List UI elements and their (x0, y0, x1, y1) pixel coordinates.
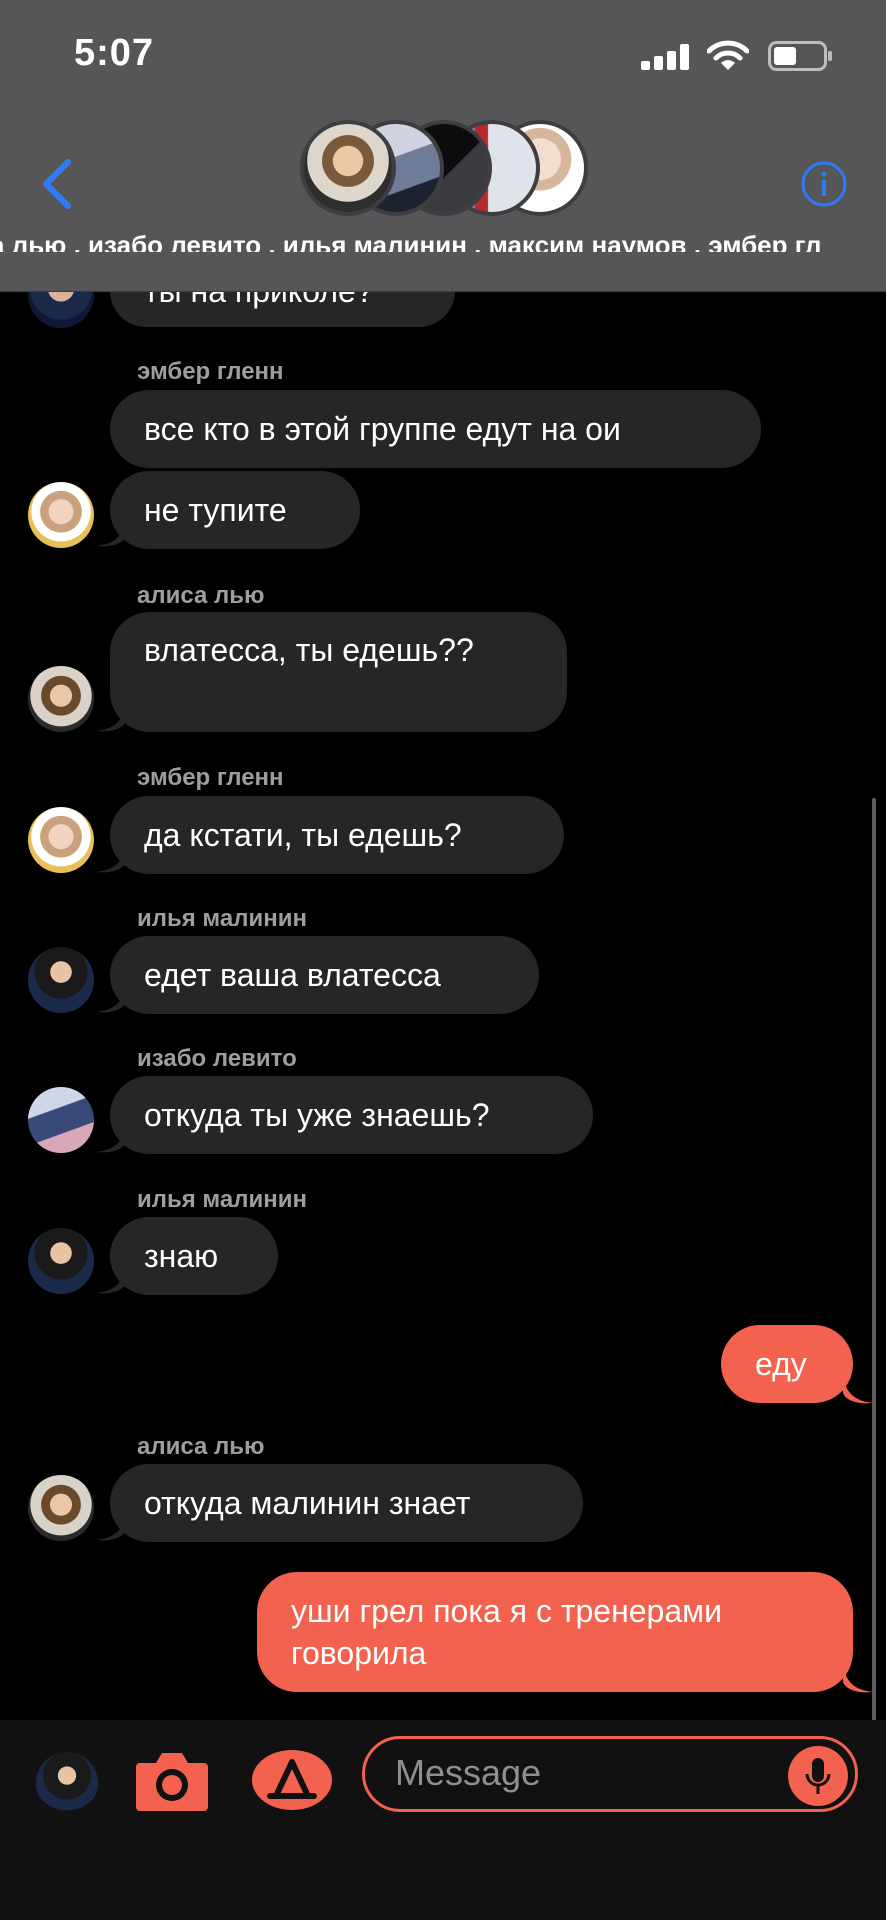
avatar-icon[interactable] (36, 1752, 98, 1814)
my-bubble-tail (843, 1664, 873, 1693)
message-sender: алиса лью (137, 1433, 265, 1460)
group-avatars[interactable] (300, 120, 590, 220)
avatar[interactable] (28, 1475, 94, 1541)
cellular-signal-icon (641, 44, 691, 70)
my-message-bubble[interactable]: уши грел пока я с тренерами говорила (257, 1572, 853, 1692)
message-placeholder: Message (395, 1752, 542, 1793)
camera-icon[interactable] (134, 1747, 210, 1813)
group-avatar-1 (300, 120, 396, 216)
message-sender: эмбер гленн (137, 358, 284, 385)
my-message-bubble[interactable]: еду (721, 1325, 853, 1403)
back-chevron-icon[interactable] (38, 156, 78, 212)
info-icon[interactable] (800, 160, 848, 208)
avatar[interactable] (28, 666, 94, 732)
message-bubble[interactable]: влатесса, ты едешь?? (110, 612, 567, 732)
message-bubble[interactable]: откуда малинин знает (110, 1464, 583, 1542)
message-sender: илья малинин (137, 905, 307, 932)
header-divider (0, 291, 886, 292)
message-bubble[interactable]: откуда ты уже знаешь? (110, 1076, 593, 1154)
message-bubble[interactable]: знаю (110, 1217, 278, 1295)
scrollbar[interactable] (872, 798, 876, 1722)
status-time: 5:07 (74, 32, 155, 74)
message-bubble[interactable]: едет ваша влатесса (110, 936, 539, 1014)
message-sender: илья малинин (137, 1186, 307, 1213)
message-sender: алиса лью (137, 582, 265, 609)
avatar[interactable] (28, 807, 94, 873)
wifi-icon (707, 40, 749, 70)
header-bottom-edge (0, 252, 886, 292)
avatar[interactable] (28, 482, 94, 548)
avatar[interactable] (28, 1228, 94, 1294)
avatar[interactable] (28, 947, 94, 1013)
chat-header: 5:07 а лью , изабо левито , илья малинин… (0, 0, 886, 292)
message-bubble[interactable]: все кто в этой группе едут на ои (110, 390, 761, 468)
battery-icon (768, 41, 832, 71)
message-bubble[interactable]: да кстати, ты едешь? (110, 796, 564, 874)
message-sender: эмбер гленн (137, 764, 284, 791)
message-sender: изабо левито (137, 1045, 297, 1072)
avatar[interactable] (28, 1087, 94, 1153)
app-store-icon[interactable] (250, 1748, 334, 1812)
message-bubble[interactable]: не тупите (110, 471, 360, 549)
my-bubble-tail (843, 1375, 873, 1404)
microphone-icon[interactable] (788, 1746, 848, 1806)
